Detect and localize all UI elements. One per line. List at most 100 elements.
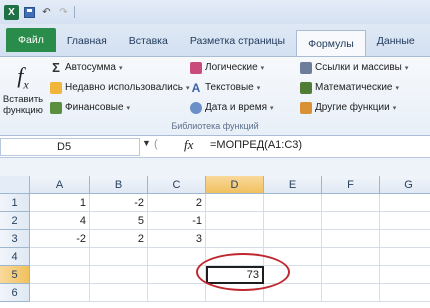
group-label: Библиотека функций [171,121,259,131]
cell-b2[interactable]: 5 [90,212,148,230]
chevron-down-icon: ▾ [395,84,400,92]
cell-f3[interactable] [322,230,380,248]
recently-used-button[interactable]: Недавно использовались ▾ [50,79,189,96]
quick-access-toolbar: X ↶ ↷ [0,0,430,24]
tab-home[interactable]: Главная [56,30,118,52]
row-header-2[interactable]: 2 [0,212,30,230]
cell-b5[interactable] [90,266,148,284]
chevron-down-icon: ▾ [185,84,190,92]
cell-e3[interactable] [264,230,322,248]
cell-g6[interactable] [380,284,430,302]
cell-g4[interactable] [380,248,430,266]
row-header-5[interactable]: 5 [0,266,30,284]
cell-c3[interactable]: 3 [148,230,206,248]
ribbon-tabs: Файл Главная Вставка Разметка страницы Ф… [0,24,430,56]
cell-b4[interactable] [90,248,148,266]
lookup-reference-button[interactable]: Ссылки и массивы ▾ [300,59,408,76]
column-header-d[interactable]: D [206,176,264,194]
date-time-label: Дата и время [205,102,268,113]
cell-f4[interactable] [322,248,380,266]
logical-label: Логические [205,62,258,73]
tab-page-layout[interactable]: Разметка страницы [179,30,296,52]
cell-d3[interactable] [206,230,264,248]
row-header-4[interactable]: 4 [0,248,30,266]
cell-a2[interactable]: 4 [30,212,90,230]
cell-b1[interactable]: -2 [90,194,148,212]
logical-button[interactable]: Логические ▾ [190,59,274,76]
clock-icon [190,101,202,114]
save-icon [24,6,35,18]
tab-insert[interactable]: Вставка [118,30,179,52]
financial-icon [50,101,62,114]
cell-f1[interactable] [322,194,380,212]
insert-function-button[interactable]: fx Вставить функцию [0,57,46,123]
select-all-corner[interactable] [0,176,30,194]
row-header-1[interactable]: 1 [0,194,30,212]
chevron-down-icon: ▾ [260,64,265,72]
spreadsheet-grid[interactable]: A B C D E F G 1 1 -2 2 2 4 5 -1 3 -2 2 3 4 5 73 6 [0,176,430,308]
cell-f5[interactable] [322,266,380,284]
cell-c4[interactable] [148,248,206,266]
cell-a5[interactable] [30,266,90,284]
cell-c2[interactable]: -1 [148,212,206,230]
chevron-down-icon: ▾ [392,104,397,112]
name-box[interactable]: D5 [0,138,140,156]
column-header-c[interactable]: C [148,176,206,194]
cell-g2[interactable] [380,212,430,230]
tab-formulas[interactable]: Формулы [296,30,366,56]
cell-e2[interactable] [264,212,322,230]
column-header-g[interactable]: G [380,176,430,194]
tab-data[interactable]: Данные [366,30,426,52]
formula-input[interactable]: =МОПРЕД(A1:C3) [210,139,302,151]
chevron-down-icon: ▾ [119,64,123,72]
chevron-down-icon: ▾ [256,84,261,92]
excel-logo-icon: X [4,4,19,20]
ribbon-column-1: Σ Автосумма ▾ Недавно использовались ▾ Фина… [50,59,189,116]
cell-g5[interactable] [380,266,430,284]
cell-f6[interactable] [322,284,380,302]
cell-e1[interactable] [264,194,322,212]
cell-a4[interactable] [30,248,90,266]
ribbon-column-3: Ссылки и массивы ▾ Математические ▾ Другие… [300,59,408,116]
insert-function-fx-button[interactable]: fx [184,137,193,153]
cell-g3[interactable] [380,230,430,248]
autosum-button[interactable]: Σ Автосумма ▾ [50,59,189,76]
math-trig-button[interactable]: Математические ▾ [300,79,408,96]
logical-icon [190,61,202,74]
row-header-6[interactable]: 6 [0,284,30,302]
tab-file[interactable]: Файл [6,28,56,52]
column-header-b[interactable]: B [90,176,148,194]
chevron-down-icon[interactable]: ▼ [142,138,151,148]
row-header-3[interactable]: 3 [0,230,30,248]
cell-c1[interactable]: 2 [148,194,206,212]
fx-icon: fx [17,63,29,92]
insert-function-label: Вставить функцию [2,94,44,117]
date-time-button[interactable]: Дата и время ▾ [190,99,274,116]
cell-d2[interactable] [206,212,264,230]
cell-f2[interactable] [322,212,380,230]
chevron-down-icon: ▾ [404,64,409,72]
formula-bar-expand-icon[interactable]: ( [154,138,158,150]
column-header-a[interactable]: A [30,176,90,194]
more-functions-button[interactable]: Другие функции ▾ [300,99,408,116]
cell-a6[interactable] [30,284,90,302]
cell-c6[interactable] [148,284,206,302]
cell-b6[interactable] [90,284,148,302]
redo-button[interactable]: ↷ [57,6,70,19]
cell-g1[interactable] [380,194,430,212]
chevron-down-icon: ▾ [270,104,274,112]
cell-a3[interactable]: -2 [30,230,90,248]
math-trig-label: Математические [315,82,393,93]
text-button[interactable]: A Текстовые ▾ [190,79,274,96]
save-button[interactable] [23,6,36,19]
undo-button[interactable]: ↶ [40,6,53,19]
financial-button[interactable]: Финансовые ▾ [50,99,189,116]
column-header-f[interactable]: F [322,176,380,194]
ribbon-column-2: Логические ▾ A Текстовые ▾ Дата и время ▾ [190,59,274,116]
cell-b3[interactable]: 2 [90,230,148,248]
more-functions-icon [300,101,312,114]
cell-a1[interactable]: 1 [30,194,90,212]
column-header-e[interactable]: E [264,176,322,194]
cell-d1[interactable] [206,194,264,212]
autosum-label: Автосумма [65,62,116,73]
